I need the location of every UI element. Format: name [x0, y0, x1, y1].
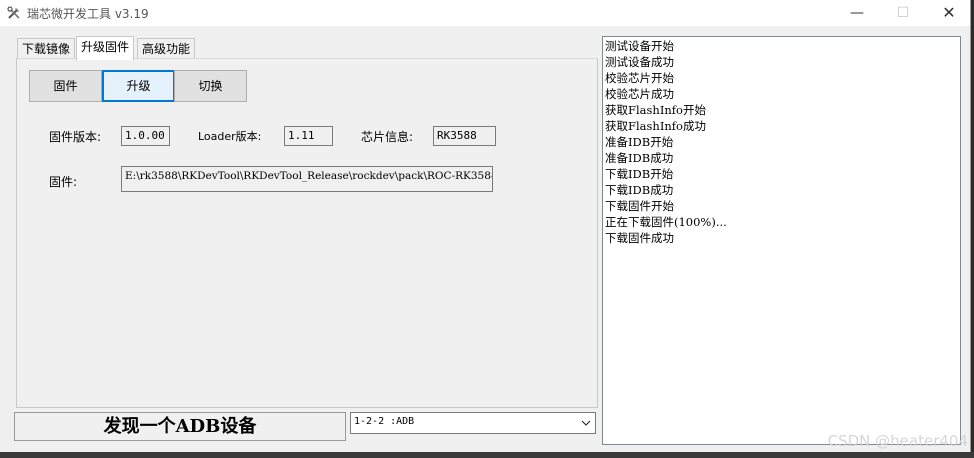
chip-info-field: RK3588 — [433, 126, 496, 146]
tab-upgrade-firmware[interactable]: 升级固件 — [76, 36, 135, 60]
firmware-path-field[interactable]: E:\rk3588\RKDevTool\RKDevTool_Release\ro… — [121, 166, 493, 192]
tools-icon — [7, 6, 20, 19]
loader-version-label: Loader版本: — [198, 130, 262, 143]
log-line: 校验芯片开始 — [605, 71, 674, 85]
switch-button[interactable]: 切换 — [174, 70, 247, 102]
fw-version-label: 固件版本: — [49, 130, 102, 144]
background-strip — [0, 452, 974, 458]
log-line: 获取FlashInfo开始 — [605, 103, 706, 117]
log-line: 测试设备开始 — [605, 39, 674, 53]
device-select-value: 1-2-2 :ADB — [354, 416, 415, 427]
log-line: 准备IDB开始 — [605, 135, 674, 149]
log-line: 下载IDB开始 — [605, 167, 674, 181]
log-panel[interactable]: 测试设备开始 测试设备成功 校验芯片开始 校验芯片成功 获取FlashInfo开… — [602, 36, 961, 445]
fw-version-field: 1.0.00 — [121, 126, 170, 146]
loader-version-field: 1.11 — [284, 126, 333, 146]
log-line: 正在下载固件(100%)... — [605, 215, 727, 229]
log-line: 下载IDB成功 — [605, 183, 674, 197]
log-line: 准备IDB成功 — [605, 151, 674, 165]
device-status: 发现一个ADB设备 — [14, 412, 346, 441]
firmware-path-label: 固件: — [49, 175, 78, 189]
close-button[interactable]: ✕ — [926, 0, 972, 26]
device-select[interactable]: 1-2-2 :ADB — [350, 412, 596, 434]
log-line: 获取FlashInfo成功 — [605, 119, 706, 133]
main-window: 瑞芯微开发工具 v3.19 — ☐ ✕ 下载镜像 升级固件 高级功能 固件 升级… — [0, 0, 971, 453]
window-title: 瑞芯微开发工具 v3.19 — [27, 7, 149, 21]
log-line: 下载固件开始 — [605, 199, 674, 213]
upgrade-button[interactable]: 升级 — [102, 70, 175, 102]
firmware-button[interactable]: 固件 — [29, 70, 102, 102]
tab-download-image[interactable]: 下载镜像 — [17, 38, 76, 59]
maximize-button[interactable]: ☐ — [880, 0, 926, 26]
log-line: 校验芯片成功 — [605, 87, 674, 101]
chip-info-label: 芯片信息: — [361, 130, 414, 144]
tab-advanced[interactable]: 高级功能 — [137, 38, 196, 59]
upgrade-panel — [16, 58, 598, 408]
log-line: 下载固件成功 — [605, 231, 674, 245]
title-bar: 瑞芯微开发工具 v3.19 — ☐ ✕ — [0, 0, 970, 26]
watermark: CSDN @heater404 — [827, 432, 968, 450]
minimize-button[interactable]: — — [834, 0, 880, 26]
log-line: 测试设备成功 — [605, 55, 674, 69]
chevron-down-icon — [581, 420, 591, 426]
